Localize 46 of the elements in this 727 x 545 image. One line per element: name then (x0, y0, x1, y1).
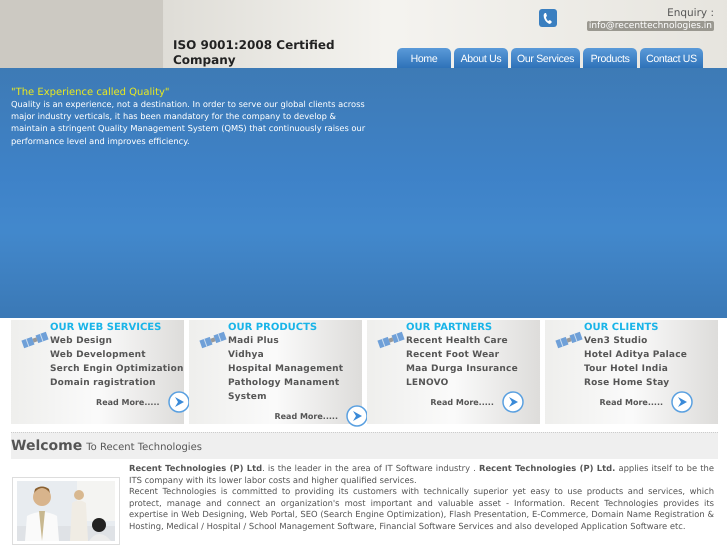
card-title: OUR WEB SERVICES (50, 321, 162, 334)
card-title: OUR PARTNERS (406, 321, 494, 334)
card-list-item[interactable]: Serch Engin Optimization (50, 362, 184, 376)
welcome-title: Welcome (11, 438, 82, 454)
nav-tab[interactable]: Products (583, 48, 638, 68)
nav-tab[interactable]: Our Services (511, 48, 580, 68)
card-list-item[interactable]: Rose Home Stay (584, 376, 688, 390)
card-list-item[interactable]: Vidhya (228, 348, 362, 362)
card-list-item[interactable]: Pathology Manament System (228, 376, 362, 404)
card-list-item[interactable]: Recent Health Care (406, 334, 518, 348)
enquiry-label: Enquiry : (666, 7, 714, 19)
satellite-icon (376, 330, 406, 350)
card-list-item[interactable]: Web Design (50, 334, 184, 348)
card-list-item[interactable]: Recent Foot Wear (406, 348, 518, 362)
banner-quote: "The Experience called Quality" (11, 87, 171, 98)
read-more-link[interactable]: Read More..... (430, 398, 494, 406)
card-list-item[interactable]: Hotel Aditya Palace (584, 348, 688, 362)
welcome-subtitle: To Recent Technologies (86, 442, 202, 453)
card-title: OUR CLIENTS (584, 321, 660, 334)
card-list-item[interactable]: Hospital Management (228, 362, 362, 376)
satellite-icon (20, 330, 50, 350)
arrow-button-icon[interactable] (168, 391, 190, 413)
card-list-item[interactable]: Domain ragistration (50, 376, 184, 390)
banner-text: Quality is an experience, not a destination. In order to serve our global clients across major industry verticals, it has been mandatory for the company to develop & maintain a stringent Quality Management System (QMS) that continuously raises our performance level and improves efficiency. (11, 98, 366, 147)
arrow-button-icon[interactable] (502, 391, 524, 413)
read-more-link[interactable]: Read More..... (274, 412, 338, 420)
card-list-item[interactable]: Maa Durga Insurance (406, 362, 518, 376)
card-list-item[interactable]: LENOVO (406, 376, 518, 390)
read-more-link[interactable]: Read More..... (600, 398, 664, 406)
read-more-link[interactable]: Read More..... (96, 398, 160, 406)
phone-icon (539, 9, 557, 27)
card-list-item[interactable]: Ven3 Studio (584, 334, 688, 348)
card-list-item[interactable]: Web Development (50, 348, 184, 362)
card-list-item[interactable]: Tour Hotel India (584, 362, 688, 376)
arrow-button-icon[interactable] (346, 405, 368, 427)
card-title: OUR PRODUCTS (228, 321, 318, 334)
about-paragraph: Recent Technologies is committed to providing its customers with technically superior yet easy to use products and services, which protect, manage and connect an organization's most important and valuable asset - Information. Recent Technologies provides its expertise in Web Designing, Web Portal, SEO (Search Engine Optimization), Flash Presentation, E-Commerce, Domain Name Registration & Hosting, Medical / Hospital / School Management Software, Financial Software Services and also developed Application Software etc. (129, 486, 714, 533)
arrow-button-icon[interactable] (671, 391, 694, 413)
nav-tab[interactable]: Contact US (640, 48, 703, 68)
satellite-icon (554, 330, 584, 350)
card-list-item[interactable]: Madi Plus (228, 334, 362, 348)
nav-tab[interactable]: Home (397, 48, 451, 68)
satellite-icon (198, 330, 228, 350)
nav-tab[interactable]: About Us (454, 48, 508, 68)
about-paragraph: Recent Technologies (P) Ltd. is the leader in the area of IT Software industry . Recent Technologies (P) Ltd. applies itself to be the ITS company with its lower labor costs and higher qualified services. (129, 463, 714, 486)
certification-text: ISO 9001:2008 Certified Company (173, 38, 336, 68)
